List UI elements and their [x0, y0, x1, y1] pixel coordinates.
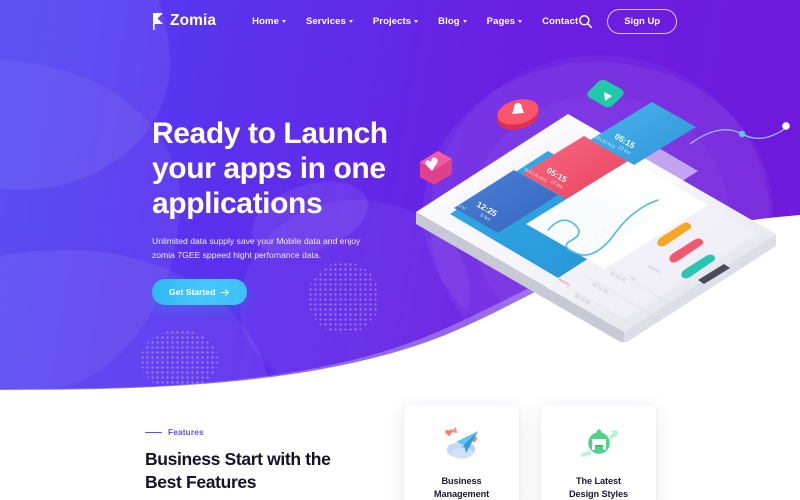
feature-card-design-styles[interactable]: The Latest Design Styles [541, 405, 656, 500]
card-title-line-2: Design Styles [569, 489, 628, 500]
feature-card-business-management[interactable]: Business Management [404, 405, 519, 500]
features-section: Features Business Start with the Best Fe… [0, 390, 800, 500]
nav-label: Services [305, 15, 346, 27]
nav-label: Pages [486, 15, 516, 27]
hero-title-line-1: Ready to Launch [152, 117, 388, 150]
nav-item-pages[interactable]: Pages [487, 16, 523, 27]
navbar-actions: Sign Up [578, 8, 678, 34]
nav-label: Blog [438, 15, 460, 27]
card-title-line-1: The Latest [576, 476, 621, 486]
hero-section: 12:25 6 km RUN 05:15 12 km WALKING 05:15… [0, 0, 800, 390]
brand-logo[interactable]: Zomia [152, 12, 216, 30]
get-started-label: Get Started [169, 287, 216, 298]
green-shop-badge-icon [573, 421, 625, 465]
isometric-phone-mockup: 12:25 6 km RUN 05:15 12 km WALKING 05:15… [398, 52, 798, 362]
hero-title-line-2: your apps in one [152, 152, 386, 186]
chevron-down-icon [281, 20, 286, 23]
get-started-button[interactable]: Get Started [152, 279, 248, 306]
main-menu: Home Services Projects Blog Pages Contac… [252, 16, 578, 27]
flag-bookmark-icon [152, 12, 165, 30]
paper-plane-cloud-icon [436, 421, 488, 465]
hero-content: Ready to Launch your apps in one applica… [152, 116, 402, 306]
features-heading-line-1: Business Start with the [145, 449, 331, 469]
chevron-down-icon [414, 20, 419, 23]
navbar: Zomia Home Services Projects Blog Pages [0, 0, 800, 42]
nav-item-projects[interactable]: Projects [372, 15, 419, 27]
brand-name: Zomia [170, 12, 217, 29]
feature-card-title: The Latest Design Styles [569, 475, 628, 500]
arrow-right-icon [221, 289, 230, 296]
nav-label: Contact [542, 15, 579, 27]
hero-title-line-3: applications [152, 187, 323, 221]
card-title-line-1: Business [441, 476, 482, 486]
page-title: Ready to Launch your apps in one applica… [152, 116, 402, 221]
features-tag: Features [145, 428, 375, 437]
features-heading-block: Features Business Start with the Best Fe… [145, 428, 375, 495]
tag-dash [145, 431, 162, 434]
features-heading-line-2: Best Features [145, 472, 257, 493]
chevron-down-icon [462, 20, 467, 23]
card-title-line-2: Management [433, 489, 490, 500]
nav-label: Projects [372, 15, 412, 27]
features-heading: Business Start with the Best Features [145, 448, 375, 495]
features-tag-label: Features [168, 428, 204, 437]
nav-item-contact[interactable]: Contact [542, 16, 578, 27]
nav-item-home[interactable]: Home [252, 16, 286, 27]
chevron-down-icon [518, 20, 523, 23]
hero-subtitle: Unlimited data supply save your Mobile d… [152, 236, 361, 261]
nav-item-blog[interactable]: Blog [438, 16, 467, 27]
chevron-down-icon [348, 20, 353, 23]
feature-card-title: Business Management [434, 475, 489, 500]
nav-label: Home [252, 15, 279, 27]
sign-up-button[interactable]: Sign Up [607, 8, 678, 34]
feature-card-list: Business Management The Latest Design St… [404, 405, 656, 500]
nav-item-services[interactable]: Services [306, 16, 353, 27]
search-icon[interactable] [578, 14, 593, 29]
